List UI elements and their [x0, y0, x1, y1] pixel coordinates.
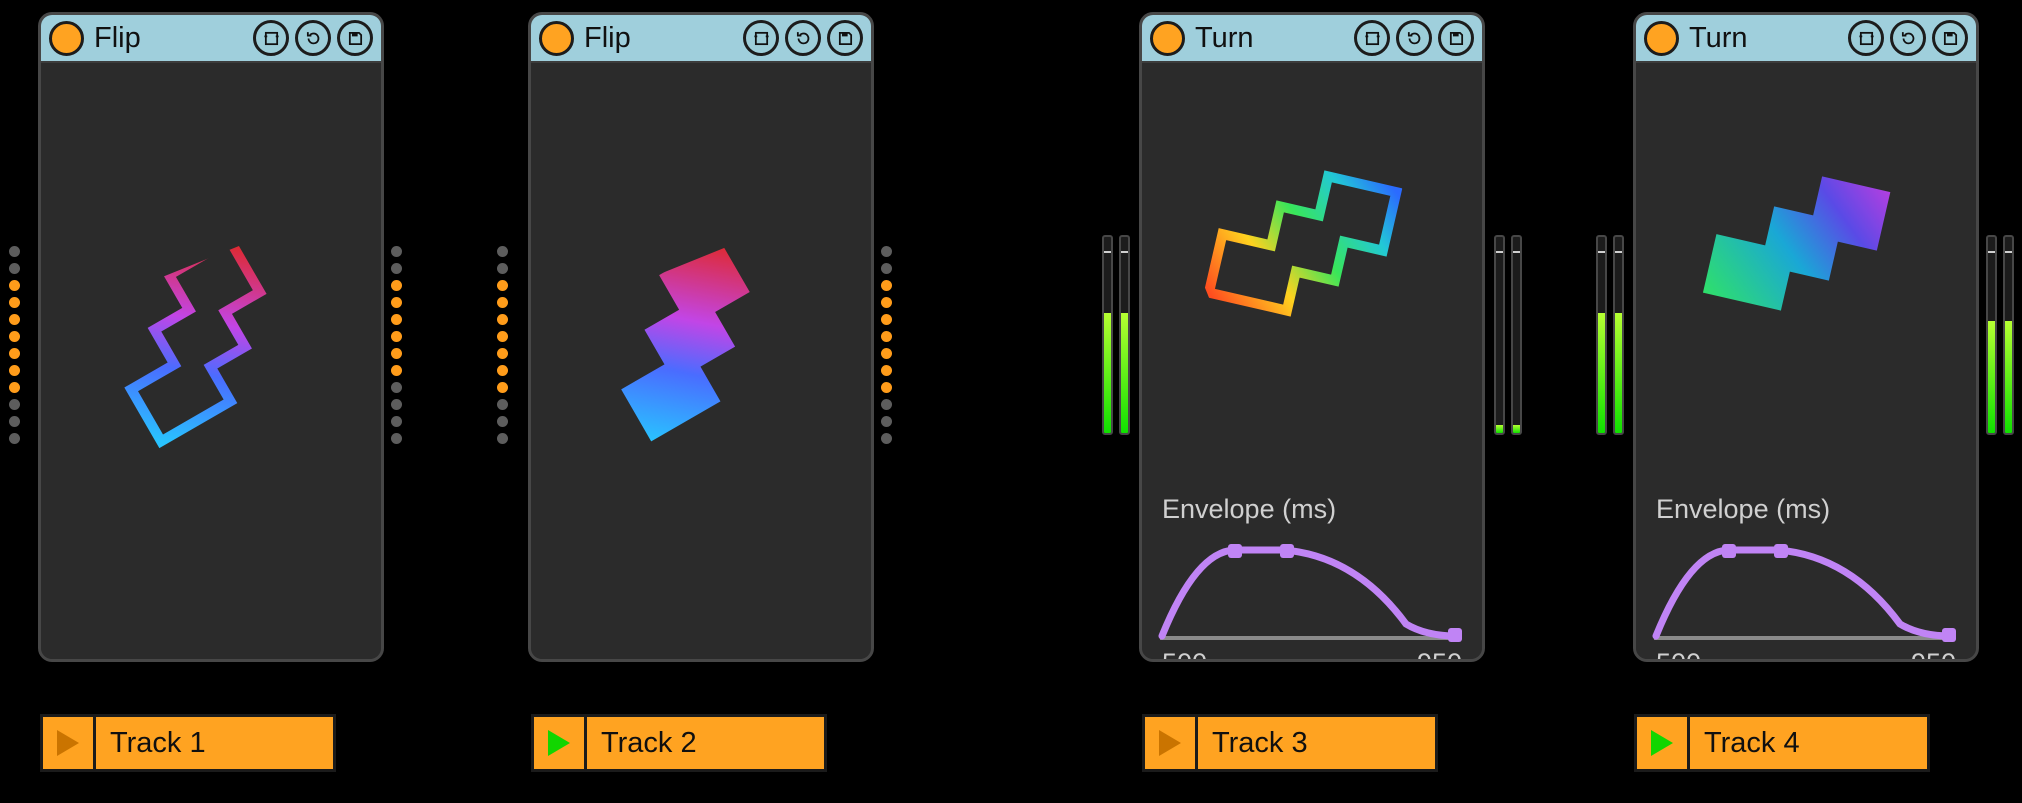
device-titlebar[interactable]: Flip	[41, 15, 381, 63]
expand-button[interactable]	[1354, 20, 1390, 56]
level-meter	[1102, 235, 1130, 435]
refresh-button[interactable]	[295, 20, 331, 56]
titlebar-buttons	[1354, 20, 1474, 56]
play-icon	[548, 730, 570, 756]
device-window: Turn Envelope (ms) 500 950	[1633, 12, 1979, 662]
play-icon	[1159, 730, 1181, 756]
device-enable-toggle[interactable]	[539, 21, 574, 56]
envelope-label: Envelope (ms)	[1656, 494, 1830, 525]
device-enable-toggle[interactable]	[49, 21, 84, 56]
envelope-values: 500 950	[1656, 648, 1956, 662]
track-slot[interactable]: Track 4	[1634, 714, 1930, 772]
track-name[interactable]: Track 4	[1704, 727, 1800, 760]
save-button[interactable]	[1438, 20, 1474, 56]
device-titlebar[interactable]: Turn	[1636, 15, 1976, 63]
play-icon	[57, 730, 79, 756]
device-visual-shape	[77, 229, 345, 469]
level-dots	[391, 246, 403, 444]
expand-button[interactable]	[743, 20, 779, 56]
level-meter	[1596, 235, 1624, 435]
refresh-button[interactable]	[1396, 20, 1432, 56]
device-titlebar[interactable]: Turn	[1142, 15, 1482, 63]
device-enable-toggle[interactable]	[1644, 21, 1679, 56]
envelope-value-a[interactable]: 500	[1656, 648, 1701, 662]
device-window: Turn Envelope (ms) 500	[1139, 12, 1485, 662]
envelope-editor[interactable]	[1156, 534, 1464, 644]
device-visual-shape	[567, 229, 835, 469]
envelope-label: Envelope (ms)	[1162, 494, 1336, 525]
titlebar-buttons	[1848, 20, 1968, 56]
envelope-value-b[interactable]: 950	[1911, 648, 1956, 662]
level-dots	[881, 246, 893, 444]
titlebar-buttons	[253, 20, 373, 56]
track-slot[interactable]: Track 3	[1142, 714, 1438, 772]
level-meter	[1494, 235, 1522, 435]
expand-button[interactable]	[253, 20, 289, 56]
device-visual-shape	[1178, 139, 1446, 379]
device-visual-shape	[1672, 139, 1940, 379]
level-dots	[9, 246, 21, 444]
envelope-editor[interactable]	[1650, 534, 1958, 644]
level-dots	[497, 246, 509, 444]
play-icon	[1651, 730, 1673, 756]
save-button[interactable]	[1932, 20, 1968, 56]
device-canvas: Envelope (ms) 500 950	[1142, 64, 1482, 659]
track-slot[interactable]: Track 2	[531, 714, 827, 772]
device-enable-toggle[interactable]	[1150, 21, 1185, 56]
device-window: Flip	[528, 12, 874, 662]
expand-button[interactable]	[1848, 20, 1884, 56]
track-play-button[interactable]	[1145, 717, 1198, 769]
level-meter	[1986, 235, 2014, 435]
device-window: Flip	[38, 12, 384, 662]
device-title: Turn	[1689, 22, 1748, 55]
device-canvas: Envelope (ms) 500 950	[1636, 64, 1976, 659]
track-play-button[interactable]	[1637, 717, 1690, 769]
save-button[interactable]	[827, 20, 863, 56]
track-play-button[interactable]	[43, 717, 96, 769]
device-title: Turn	[1195, 22, 1254, 55]
device-canvas	[41, 64, 381, 659]
envelope-value-a[interactable]: 500	[1162, 648, 1207, 662]
envelope-value-b[interactable]: 950	[1417, 648, 1462, 662]
save-button[interactable]	[337, 20, 373, 56]
track-slot[interactable]: Track 1	[40, 714, 336, 772]
device-title: Flip	[94, 22, 141, 55]
track-play-button[interactable]	[534, 717, 587, 769]
device-title: Flip	[584, 22, 631, 55]
track-name[interactable]: Track 1	[110, 727, 206, 760]
track-name[interactable]: Track 3	[1212, 727, 1308, 760]
envelope-values: 500 950	[1162, 648, 1462, 662]
track-name[interactable]: Track 2	[601, 727, 697, 760]
refresh-button[interactable]	[785, 20, 821, 56]
device-canvas	[531, 64, 871, 659]
device-titlebar[interactable]: Flip	[531, 15, 871, 63]
refresh-button[interactable]	[1890, 20, 1926, 56]
titlebar-buttons	[743, 20, 863, 56]
